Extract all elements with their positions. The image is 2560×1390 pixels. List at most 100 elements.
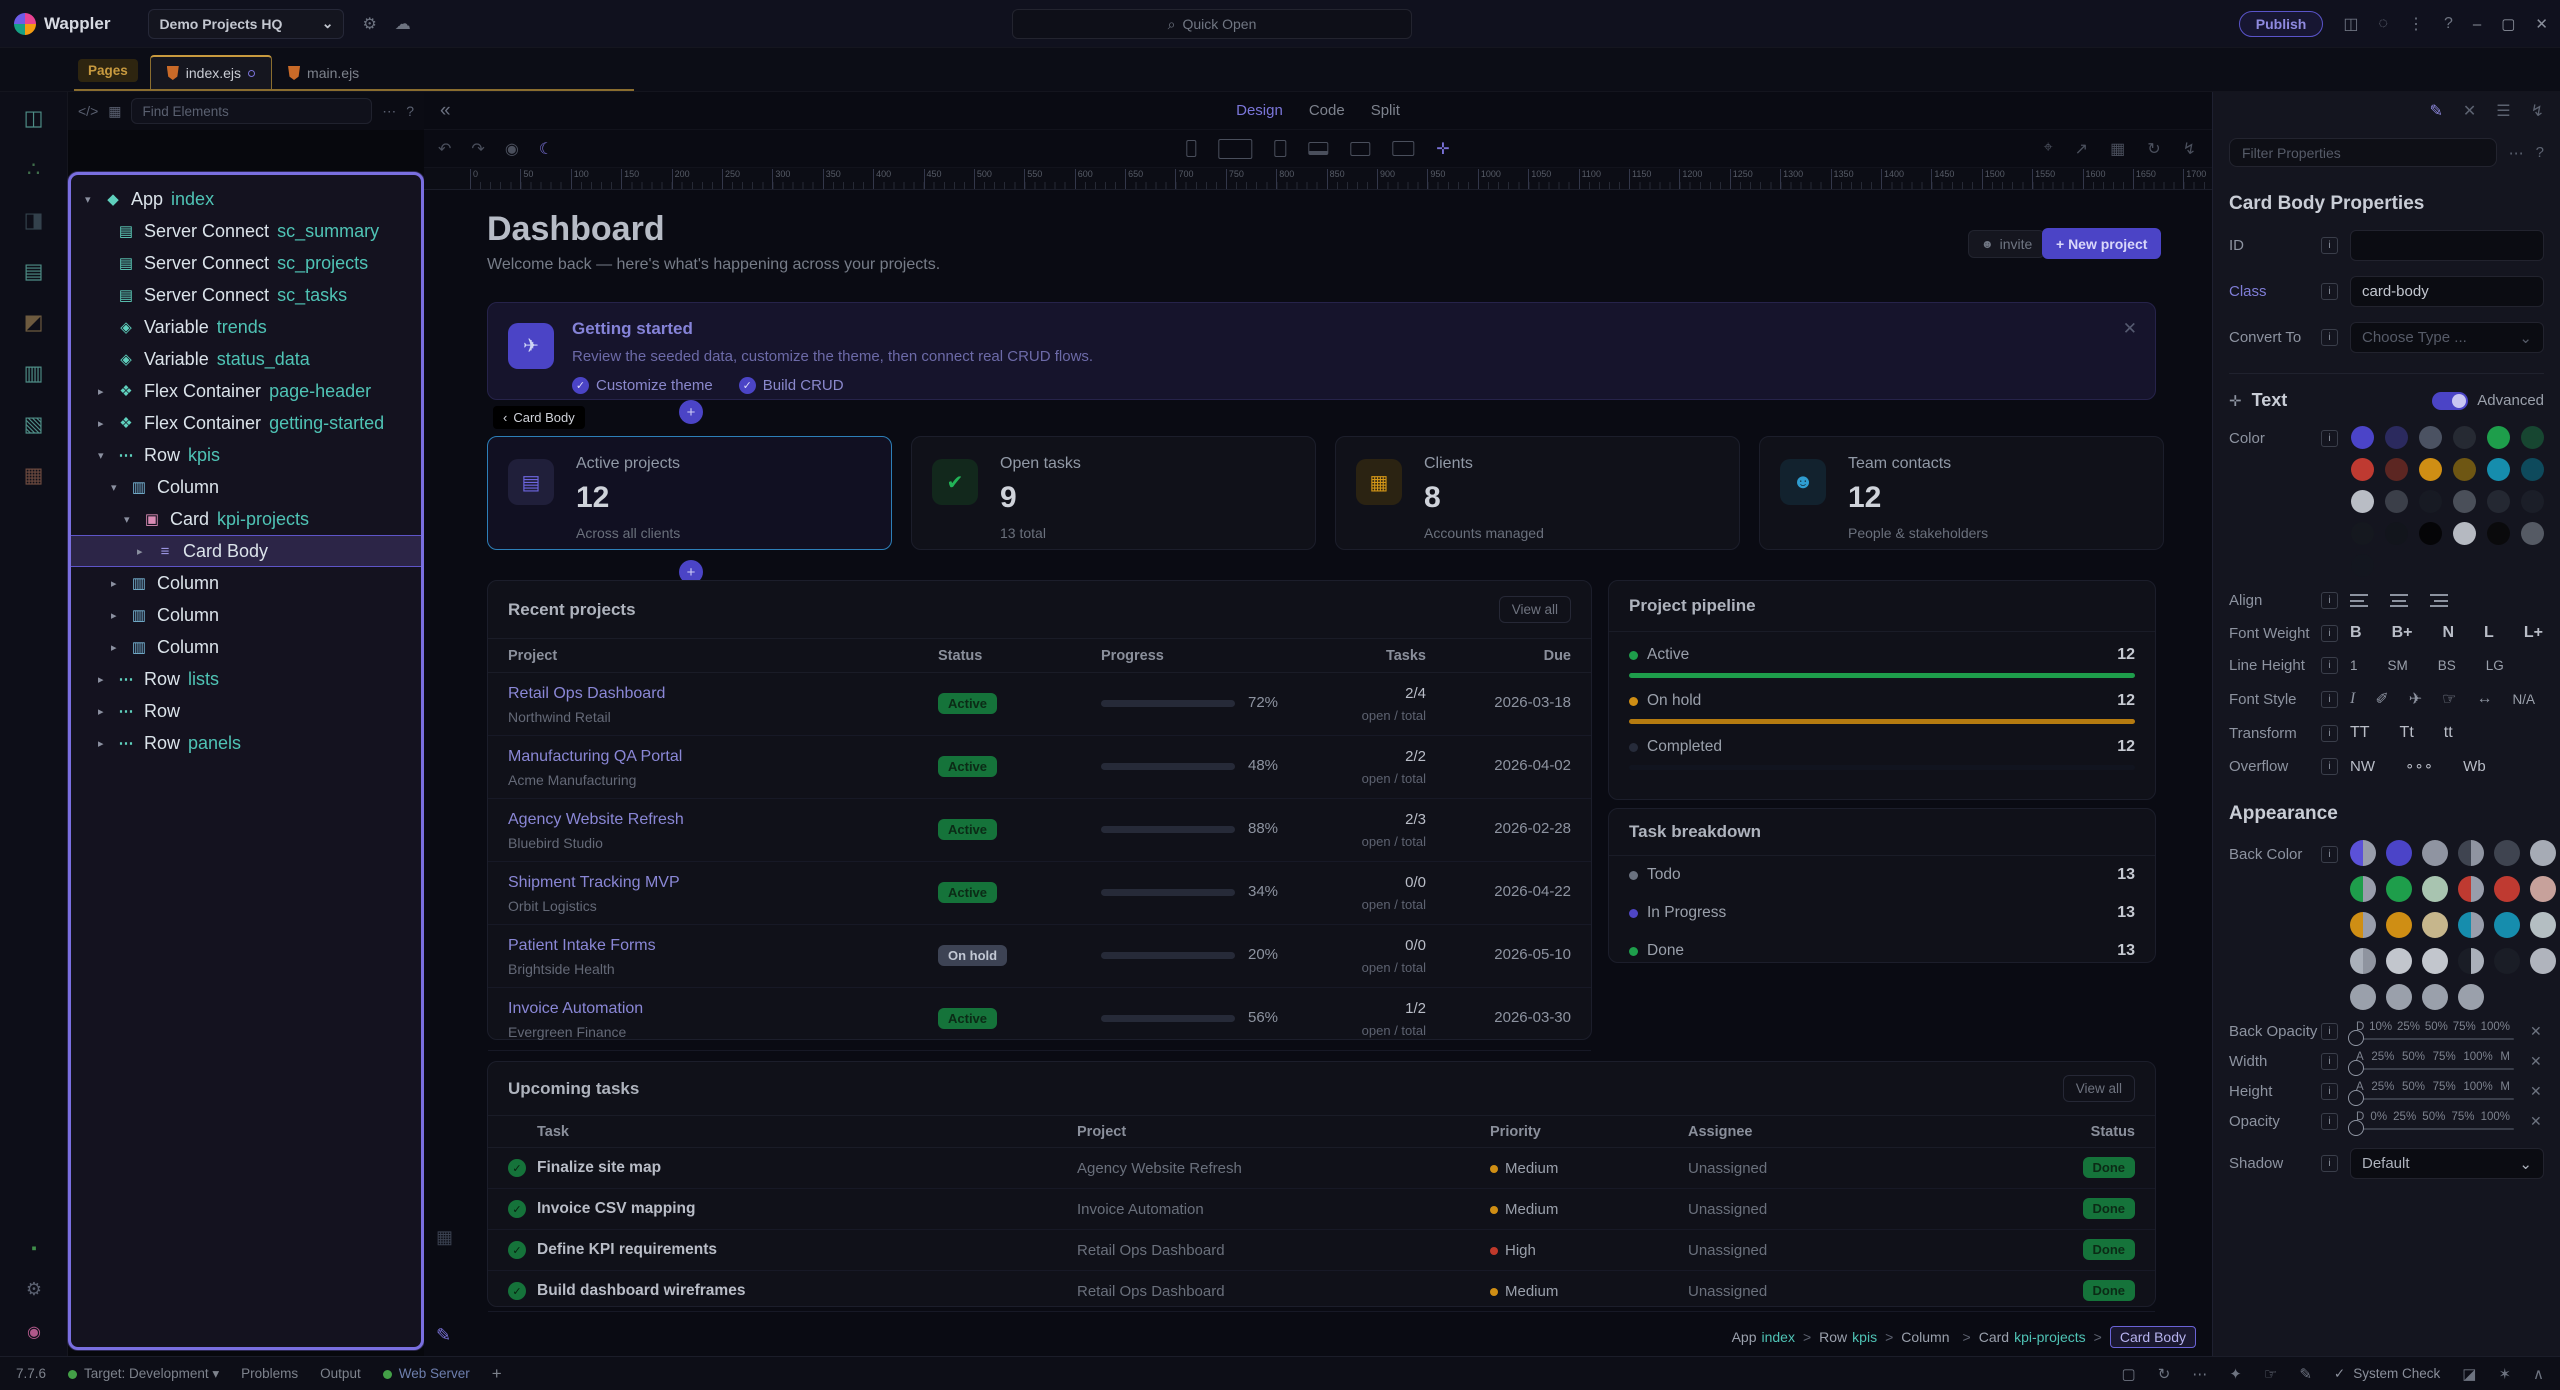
line-height-option[interactable]: 1 <box>2350 658 2358 673</box>
color-swatch[interactable] <box>2453 426 2476 449</box>
kpi-card[interactable]: ▤ Active projects 12 Across all clients <box>487 436 892 550</box>
window-minimize-button[interactable]: – <box>2473 16 2481 33</box>
components-icon[interactable]: ▦ <box>24 463 44 488</box>
overflow-option[interactable]: NW <box>2350 758 2375 775</box>
font-style-na[interactable]: N/A <box>2512 692 2535 707</box>
close-icon[interactable]: ✕ <box>2123 319 2137 339</box>
table-row[interactable]: Manufacturing QA Portal Acme Manufacturi… <box>488 736 1591 799</box>
breadcrumb-current[interactable]: Card Body <box>2110 1326 2196 1348</box>
transform-option[interactable]: tt <box>2444 724 2453 742</box>
filter-properties-input[interactable]: Filter Properties <box>2229 138 2497 167</box>
expander-icon[interactable] <box>85 193 101 206</box>
dark-mode-moon-icon[interactable]: ☾ <box>539 139 553 159</box>
color-swatch[interactable] <box>2521 522 2544 545</box>
workflows-icon[interactable]: ∴ <box>27 157 40 182</box>
font-weight-option[interactable]: L <box>2484 624 2494 642</box>
help-icon[interactable]: ? <box>406 103 414 119</box>
highlighter-icon[interactable]: ✐ <box>2375 689 2388 709</box>
color-swatch[interactable] <box>2487 458 2510 481</box>
tree-item[interactable]: Column <box>71 631 421 663</box>
color-swatch[interactable] <box>2386 984 2412 1010</box>
slider-track[interactable] <box>2350 1068 2514 1070</box>
eraser-icon[interactable]: ◪ <box>2462 1365 2476 1383</box>
task-check-icon[interactable]: ✓ <box>508 1282 526 1300</box>
undo-icon[interactable]: ↶ <box>438 139 451 159</box>
new-project-button[interactable]: + New project <box>2042 228 2161 259</box>
color-swatch[interactable] <box>2487 522 2510 545</box>
view-all-button[interactable]: View all <box>1499 596 1571 623</box>
pages-panel-icon[interactable]: ◫ <box>24 106 44 131</box>
table-row[interactable]: ✓ Finalize site map Agency Website Refre… <box>488 1148 2155 1189</box>
color-swatch[interactable] <box>2350 876 2376 902</box>
line-height-option[interactable]: LG <box>2486 658 2504 673</box>
color-swatch[interactable] <box>2351 458 2374 481</box>
color-swatch[interactable] <box>2494 840 2520 866</box>
view-mode-tab[interactable]: Code <box>1309 102 1345 119</box>
edit-pencil-icon[interactable]: ✎ <box>2429 101 2442 121</box>
class-input[interactable]: card-body <box>2350 276 2544 307</box>
expander-icon[interactable] <box>111 481 127 494</box>
tree-item[interactable]: Server Connect sc_summary <box>71 215 421 247</box>
table-row[interactable]: Patient Intake Forms Brightside Health O… <box>488 925 1591 988</box>
tree-item[interactable]: App index <box>71 183 421 215</box>
grid-toggle-icon[interactable]: ▦ <box>2110 139 2125 159</box>
find-elements-input[interactable]: Find Elements <box>131 98 372 124</box>
device-desktop-icon[interactable] <box>1350 142 1370 156</box>
slider-track[interactable] <box>2350 1128 2514 1130</box>
window-maximize-button[interactable]: ▢ <box>2501 15 2515 33</box>
cloud-sync-icon[interactable]: ☁ <box>395 14 411 34</box>
table-row[interactable]: ✓ Build dashboard wireframes Retail Ops … <box>488 1271 2155 1312</box>
expander-icon[interactable] <box>124 513 140 526</box>
target-selector[interactable]: Target: Development ▾ <box>68 1366 219 1382</box>
database-icon[interactable]: ▤ <box>24 259 44 284</box>
slider-knob[interactable] <box>2348 1030 2364 1046</box>
color-swatch[interactable] <box>2453 458 2476 481</box>
help-icon[interactable]: ? <box>2536 144 2544 161</box>
device-laptop-icon[interactable] <box>1308 142 1328 155</box>
color-swatch[interactable] <box>2386 876 2412 902</box>
convert-to-select[interactable]: Choose Type ... ⌄ <box>2350 322 2544 353</box>
align-left-icon[interactable] <box>2350 594 2368 607</box>
sparkles-icon[interactable]: ✦ <box>2229 1365 2242 1383</box>
table-row[interactable]: ✓ Define KPI requirements Retail Ops Das… <box>488 1230 2155 1271</box>
shadow-select[interactable]: Default ⌄ <box>2350 1148 2544 1179</box>
device-phablet-icon[interactable] <box>1274 140 1286 157</box>
output-button[interactable]: Output <box>320 1366 361 1381</box>
collapse-panel-icon[interactable]: « <box>440 100 451 122</box>
hand-icon[interactable]: ☞ <box>2442 689 2456 709</box>
add-panel-button[interactable]: + <box>492 1364 502 1384</box>
color-swatch[interactable] <box>2458 876 2484 902</box>
kebab-menu-icon[interactable]: ⋮ <box>2408 14 2424 34</box>
align-center-icon[interactable] <box>2390 594 2408 607</box>
tree-item[interactable]: Row lists <box>71 663 421 695</box>
expander-icon[interactable] <box>98 449 114 462</box>
color-swatch[interactable] <box>2487 426 2510 449</box>
expander-icon[interactable] <box>98 385 114 398</box>
color-swatch[interactable] <box>2350 948 2376 974</box>
expander-icon[interactable] <box>111 609 127 622</box>
color-swatch[interactable] <box>2419 490 2442 513</box>
overflow-option[interactable]: Wb <box>2463 758 2486 775</box>
quick-open-button[interactable]: ⌕ Quick Open <box>1012 9 1412 39</box>
color-swatch[interactable] <box>2458 840 2484 866</box>
color-swatch[interactable] <box>2351 554 2374 577</box>
color-swatch[interactable] <box>2422 984 2448 1010</box>
expander-icon[interactable] <box>98 737 114 750</box>
web-server-button[interactable]: Web Server <box>383 1366 470 1381</box>
share-icon[interactable]: ↗ <box>2075 139 2088 159</box>
color-swatch[interactable] <box>2386 912 2412 938</box>
tree-item[interactable]: Flex Container getting-started <box>71 407 421 439</box>
color-swatch[interactable] <box>2494 912 2520 938</box>
project-name-link[interactable]: Retail Ops Dashboard <box>508 685 665 703</box>
font-weight-option[interactable]: B <box>2350 624 2362 642</box>
expander-icon[interactable] <box>111 577 127 590</box>
breadcrumb-part[interactable]: Card kpi-projects > <box>1979 1329 2102 1345</box>
screenshot-icon[interactable]: ◉ <box>505 139 519 159</box>
bug-icon[interactable]: ✶ <box>2498 1365 2511 1383</box>
responsive-resize-icon[interactable]: ✛ <box>1436 139 1449 159</box>
color-swatch[interactable] <box>2422 948 2448 974</box>
color-swatch[interactable] <box>2385 490 2408 513</box>
clear-icon[interactable]: ✕ <box>2530 1053 2544 1070</box>
cut-icon[interactable]: ✕ <box>2463 101 2476 121</box>
clear-icon[interactable]: ✕ <box>2530 1083 2544 1100</box>
